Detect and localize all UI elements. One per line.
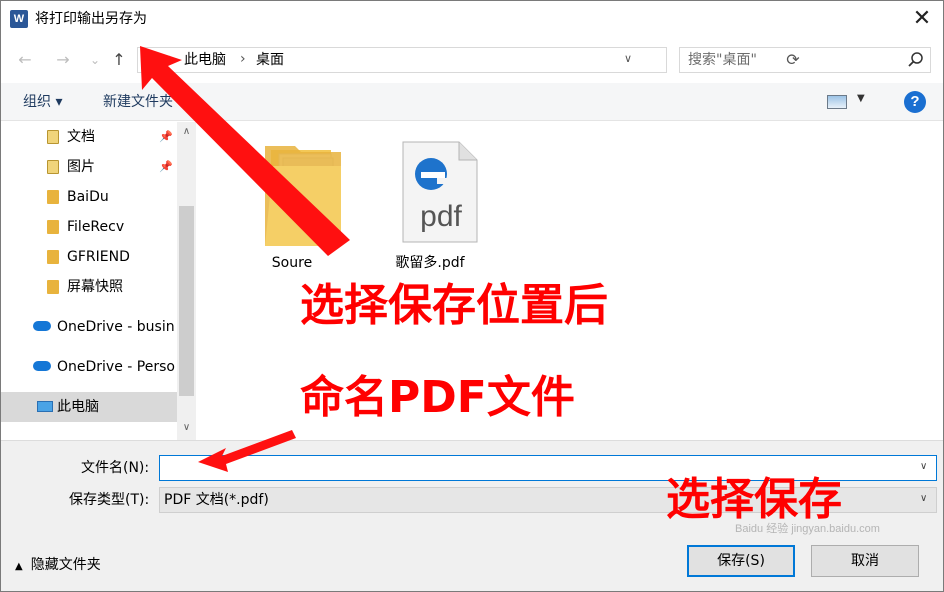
forward-button[interactable]: → xyxy=(53,50,73,70)
folder-icon xyxy=(47,220,59,234)
sidebar-item-label: 文档 xyxy=(67,129,95,145)
annotation-name-pdf: 命名PDF文件 xyxy=(300,372,575,423)
filetype-value: PDF 文档(*.pdf) xyxy=(164,492,269,508)
sidebar-item-label: BaiDu xyxy=(67,189,109,205)
organize-button[interactable]: 组织 ▾ xyxy=(23,93,62,111)
sidebar-item-pictures[interactable]: 图片 📌 xyxy=(1,152,177,182)
sidebar-item-label: OneDrive - busin xyxy=(57,319,175,335)
svg-text:pdf: pdf xyxy=(420,200,462,233)
breadcrumb-this-pc[interactable]: 此电脑 xyxy=(184,52,226,68)
folder-icon xyxy=(47,280,59,294)
sidebar-scrollbar[interactable]: ∧ ∨ xyxy=(177,122,196,440)
folder-icon xyxy=(47,190,59,204)
navigation-bar: ← → ⌄ ↑ › 此电脑 › 桌面 ∨ ⟳ xyxy=(1,41,943,79)
file-item-label: 歌留多.pdf xyxy=(395,255,465,271)
chevron-up-icon: ▲ xyxy=(15,561,23,572)
save-button[interactable]: 保存(S) xyxy=(687,545,795,577)
pictures-folder-icon xyxy=(47,160,59,174)
filetype-dropdown-icon[interactable]: ∨ xyxy=(920,493,927,504)
sidebar-item-label: OneDrive - Perso xyxy=(57,359,175,375)
hide-folders-label: 隐藏文件夹 xyxy=(30,557,101,573)
sidebar-item-this-pc[interactable]: 此电脑 xyxy=(1,392,177,422)
baidu-watermark: Baidu 经验 jingyan.baidu.com xyxy=(735,523,880,535)
scroll-down-icon[interactable]: ∨ xyxy=(177,422,196,433)
sidebar-item-documents[interactable]: 文档 📌 xyxy=(1,122,177,152)
sidebar-item-label: GFRIEND xyxy=(67,249,130,265)
file-item-pdf[interactable]: pdf 歌留多.pdf xyxy=(375,136,485,276)
annotation-choose-save: 选择保存 xyxy=(666,474,842,525)
up-button[interactable]: ↑ xyxy=(109,50,129,70)
search-box[interactable] xyxy=(679,47,931,73)
search-icon[interactable] xyxy=(906,50,926,70)
address-bar[interactable]: › 此电脑 › 桌面 ∨ ⟳ xyxy=(137,47,800,73)
new-folder-button[interactable]: 新建文件夹 xyxy=(103,93,173,111)
pin-icon[interactable]: 📌 xyxy=(159,130,173,143)
folder-icon xyxy=(265,146,341,246)
filetype-label: 保存类型(T): xyxy=(69,492,150,508)
sidebar-item-label: 此电脑 xyxy=(57,399,99,415)
this-pc-icon xyxy=(37,401,53,412)
crumb-separator: › xyxy=(240,51,246,67)
sidebar-item-label: 图片 xyxy=(67,159,95,175)
sidebar-item-onedrive-business[interactable]: OneDrive - busin xyxy=(1,312,177,342)
crumb-separator: › xyxy=(168,51,174,67)
sidebar-item-label: FileRecv xyxy=(67,219,125,235)
title-bar: W 将打印输出另存为 ✕ xyxy=(1,1,943,39)
filename-label: 文件名(N): xyxy=(81,460,150,476)
navigation-pane: 文档 📌 图片 📌 BaiDu FileRecv GFRIEND 屏幕快照 On… xyxy=(1,122,196,440)
annotation-choose-location: 选择保存位置后 xyxy=(300,280,608,331)
hide-folders-toggle[interactable]: ▲ 隐藏文件夹 xyxy=(15,556,101,576)
sidebar-item-screenshots[interactable]: 屏幕快照 xyxy=(1,272,177,302)
sidebar-item-gfriend[interactable]: GFRIEND xyxy=(1,242,177,272)
pin-icon[interactable]: 📌 xyxy=(159,160,173,173)
pdf-edge-icon: pdf xyxy=(402,141,478,243)
address-dropdown-icon[interactable]: ∨ xyxy=(624,52,632,65)
sidebar-item-onedrive-personal[interactable]: OneDrive - Perso xyxy=(1,352,177,382)
view-dropdown-icon[interactable]: ▼ xyxy=(857,93,865,104)
cancel-button[interactable]: 取消 xyxy=(811,545,919,577)
document-folder-icon xyxy=(47,130,59,144)
command-bar: 组织 ▾ 新建文件夹 ▼ ? xyxy=(1,83,943,121)
onedrive-icon xyxy=(33,321,51,331)
search-input[interactable] xyxy=(680,48,900,72)
sidebar-item-baidu[interactable]: BaiDu xyxy=(1,182,177,212)
scroll-up-icon[interactable]: ∧ xyxy=(177,126,196,137)
onedrive-icon xyxy=(33,361,51,371)
dialog-title: 将打印输出另存为 xyxy=(35,11,147,27)
word-icon: W xyxy=(10,10,28,28)
scrollbar-thumb[interactable] xyxy=(179,206,194,396)
file-item-folder[interactable]: Soure xyxy=(237,136,347,276)
sidebar-item-filerecv[interactable]: FileRecv xyxy=(1,212,177,242)
close-button[interactable]: ✕ xyxy=(901,1,943,39)
sidebar-item-label: 屏幕快照 xyxy=(67,279,123,295)
recent-locations-button[interactable]: ⌄ xyxy=(85,50,105,70)
breadcrumb-desktop[interactable]: 桌面 xyxy=(256,52,284,68)
help-button[interactable]: ? xyxy=(904,91,926,113)
view-options-icon[interactable] xyxy=(827,95,847,109)
folder-icon xyxy=(47,250,59,264)
filename-dropdown-icon[interactable]: ∨ xyxy=(920,461,927,472)
back-button[interactable]: ← xyxy=(15,50,35,70)
file-item-label: Soure xyxy=(271,255,313,271)
